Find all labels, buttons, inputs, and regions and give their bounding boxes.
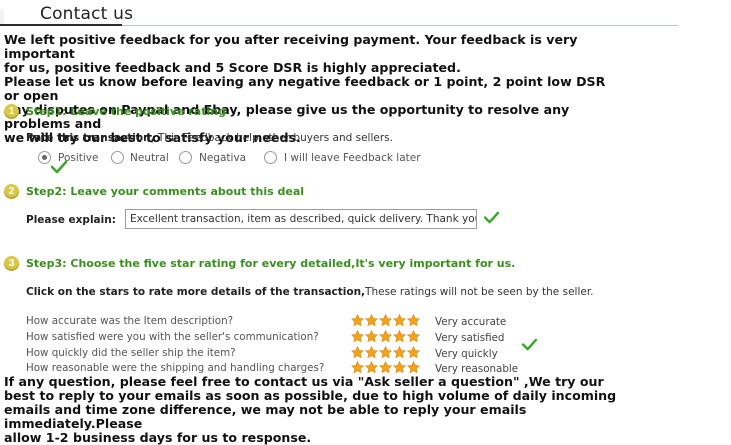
explain-label: Please explain: xyxy=(26,214,116,226)
star-icon[interactable] xyxy=(365,346,378,359)
radio-later-label: I will leave Feedback later xyxy=(284,152,421,164)
checkmark-icon xyxy=(51,160,67,174)
page-title: Contact us xyxy=(40,4,134,24)
dsr-rating-2: Very satisfied xyxy=(435,332,505,344)
dsr-rating-3: Very quickly xyxy=(435,348,498,360)
step-1-badge-icon: 1 xyxy=(4,104,19,119)
explain-label-text: Please explain: xyxy=(26,214,116,226)
dsr-question-4: How reasonable were the shipping and han… xyxy=(26,362,325,374)
header-accent xyxy=(0,9,4,24)
dsr-question-1: How accurate was the Item description? xyxy=(26,315,234,327)
star-icon[interactable] xyxy=(365,314,378,327)
step-1-title: Step1: Leave the positive rating xyxy=(26,105,226,118)
dsr-intro-hint: These ratings will not be seen by the se… xyxy=(365,286,594,298)
star-icon[interactable] xyxy=(393,314,406,327)
star-icon[interactable] xyxy=(393,361,406,374)
header-underline xyxy=(0,24,122,26)
explain-checkmark-icon xyxy=(484,211,499,224)
radio-positive[interactable] xyxy=(38,151,51,164)
dsr-intro-label: Click on the stars to rate more details … xyxy=(26,286,366,298)
star-icon[interactable] xyxy=(379,346,392,359)
star-icon[interactable] xyxy=(379,361,392,374)
rate-transaction-row: Rate this transaction, This Feedback hel… xyxy=(26,132,393,144)
dsr-stars-2[interactable] xyxy=(351,330,420,343)
step-3-title: Step3: Choose the five star rating for e… xyxy=(26,257,516,270)
radio-negativa[interactable] xyxy=(179,151,192,164)
star-icon[interactable] xyxy=(407,314,420,327)
radio-negativa-label: Negativa xyxy=(199,152,247,164)
star-icon[interactable] xyxy=(407,361,420,374)
dsr-intro-row: Click on the stars to rate more details … xyxy=(26,286,594,298)
star-icon[interactable] xyxy=(393,330,406,343)
dsr-question-2: How satisfied were you with the seller's… xyxy=(26,331,319,343)
star-icon[interactable] xyxy=(351,346,364,359)
step-2-title: Step2: Leave your comments about this de… xyxy=(26,185,305,198)
dsr-stars-4[interactable] xyxy=(351,361,420,374)
dsr-rating-1: Very accurate xyxy=(435,316,507,328)
star-icon[interactable] xyxy=(379,330,392,343)
step-3-badge-icon: 3 xyxy=(4,256,19,271)
star-icon[interactable] xyxy=(379,314,392,327)
star-icon[interactable] xyxy=(407,330,420,343)
radio-later[interactable] xyxy=(264,151,277,164)
intro-text: We left positive feedback for you after … xyxy=(4,32,606,145)
star-icon[interactable] xyxy=(351,314,364,327)
rate-transaction-label: Rate this transaction, xyxy=(26,132,155,144)
radio-neutral-label: Neutral xyxy=(130,152,169,164)
star-icon[interactable] xyxy=(351,361,364,374)
radio-neutral[interactable] xyxy=(111,151,124,164)
star-icon[interactable] xyxy=(393,346,406,359)
dsr-question-3: How quickly did the seller ship the item… xyxy=(26,347,236,359)
dsr-stars-3[interactable] xyxy=(351,346,420,359)
rate-transaction-hint: This Feedback help other buyers and sell… xyxy=(154,132,393,144)
star-icon[interactable] xyxy=(365,361,378,374)
star-icon[interactable] xyxy=(351,330,364,343)
star-icon[interactable] xyxy=(407,346,420,359)
star-icon[interactable] xyxy=(365,330,378,343)
dsr-checkmark-icon xyxy=(522,338,537,351)
dsr-stars-1[interactable] xyxy=(351,314,420,327)
header-divider xyxy=(122,25,678,26)
step-2-badge-icon: 2 xyxy=(4,184,19,199)
explain-input[interactable]: Excellent transaction, item as described… xyxy=(125,209,477,229)
